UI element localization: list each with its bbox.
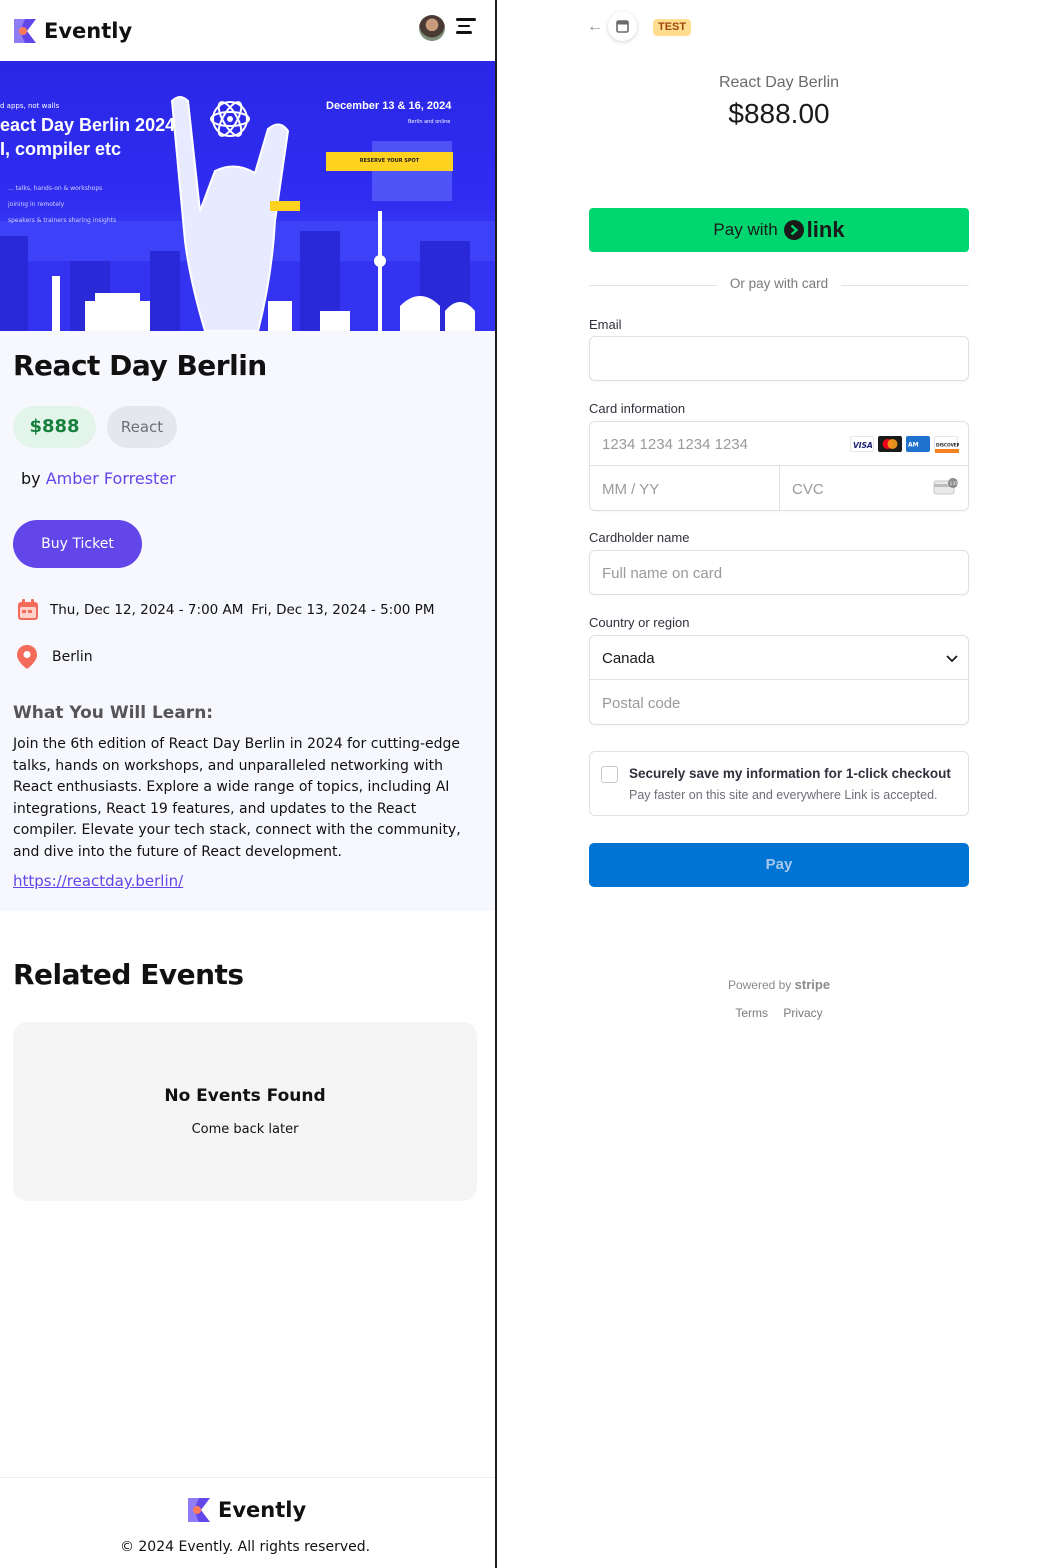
pay-button[interactable]: Pay [589, 843, 969, 887]
category-badge: React [107, 406, 177, 448]
discover-icon: DISCOVER [934, 436, 961, 453]
checkout-panel: ← TEST React Day Berlin $888.00 Pay with… [497, 0, 1051, 1568]
footer-divider [0, 1477, 496, 1478]
banner-bullet: speakers & trainers sharing insights [8, 217, 117, 224]
no-events-subtitle: Come back later [191, 1122, 299, 1137]
organizer-by-label: by [21, 469, 41, 488]
location-pin-icon [17, 645, 37, 669]
test-mode-badge: TEST [653, 19, 692, 36]
event-date-row: Thu, Dec 12, 2024 - 7:00 AM Fri, Dec 13,… [17, 599, 434, 621]
event-end: Fri, Dec 13, 2024 - 5:00 PM [251, 602, 435, 618]
evently-logo-icon [188, 1498, 210, 1522]
event-location: Berlin [52, 649, 93, 665]
banner-tagline: d apps, not walls [0, 102, 60, 110]
back-arrow-icon[interactable]: ← [587, 18, 603, 36]
banner-cta: RESERVE YOUR SPOT [326, 152, 453, 171]
no-events-title: No Events Found [164, 1086, 326, 1106]
country-value: Canada [602, 650, 655, 667]
cardholder-label: Cardholder name [589, 530, 690, 545]
card-number-placeholder: 1234 1234 1234 1234 [602, 436, 748, 453]
svg-text:135: 135 [950, 481, 959, 487]
card-number-field[interactable]: 1234 1234 1234 1234 VISA AM DISCOVER [590, 422, 968, 466]
terms-link[interactable]: Terms [735, 1006, 768, 1020]
svg-text:DISCOVER: DISCOVER [936, 443, 959, 448]
event-banner-image: d apps, not walls eact Day Berlin 2024 I… [0, 61, 496, 331]
copyright: © 2024 Evently. All rights reserved. [119, 1539, 371, 1555]
calendar-icon [18, 599, 38, 620]
or-divider: Or pay with card [589, 276, 969, 294]
card-info-group: 1234 1234 1234 1234 VISA AM DISCOVER MM … [589, 421, 969, 511]
address-group: Canada Postal code [589, 635, 969, 725]
checkout-amount: $888.00 [728, 98, 830, 129]
footer-brand-name: Evently [218, 1498, 307, 1522]
cardholder-name-field[interactable]: Full name on card [589, 550, 969, 595]
powered-by-stripe[interactable]: Powered by stripe [497, 977, 1051, 992]
footer-brand-link[interactable]: Evently [186, 1496, 306, 1524]
amex-icon: AM [906, 436, 930, 452]
organizer-line: by Amber Forrester [21, 469, 176, 488]
save-info-title: Securely save my information for 1-click… [629, 766, 951, 781]
banner-bullet: ... talks, hands-on & workshops [8, 185, 103, 192]
event-location-row: Berlin [17, 645, 93, 669]
price-badge: $888 [13, 406, 96, 448]
cvc-field[interactable]: CVC 135 [780, 466, 968, 510]
event-title: React Day Berlin [13, 349, 267, 382]
banner-bullets: ... talks, hands-on & workshops joining … [8, 181, 116, 229]
expiry-field[interactable]: MM / YY [590, 466, 780, 510]
link-arrow-icon [783, 220, 804, 240]
pay-with-link-button[interactable]: Pay with link [589, 208, 969, 252]
legal-links: Terms Privacy [497, 1006, 1051, 1020]
postal-placeholder: Postal code [602, 695, 681, 712]
mastercard-icon [878, 436, 902, 452]
link-button-brand: link [806, 217, 845, 242]
event-url-link[interactable]: https://reactday.berlin/ [13, 872, 183, 890]
event-description: Join the 6th edition of React Day Berlin… [13, 736, 461, 860]
cvc-placeholder: CVC [792, 481, 824, 498]
store-glyph [616, 20, 629, 33]
learn-heading: What You Will Learn: [13, 703, 214, 723]
email-field[interactable] [589, 336, 969, 381]
or-text: Or pay with card [729, 276, 829, 291]
expiry-placeholder: MM / YY [602, 481, 660, 498]
cardholder-placeholder: Full name on card [602, 565, 723, 582]
postal-code-field[interactable]: Postal code [590, 680, 968, 724]
top-nav: Evently [0, 0, 496, 61]
banner-where: Berlin and online [408, 119, 451, 125]
event-details: React Day Berlin $888 React by Amber For… [0, 331, 496, 911]
banner-title-line1: eact Day Berlin 2024 [0, 115, 176, 135]
merchant-name: React Day Berlin [718, 74, 840, 91]
related-events-heading: Related Events [13, 958, 244, 991]
banner-bullet: joining in remotely [8, 201, 65, 208]
hamburger-menu-icon[interactable] [456, 18, 476, 36]
country-label: Country or region [589, 615, 690, 630]
no-events-card: No Events Found Come back later [13, 1022, 477, 1201]
save-info-box: Securely save my information for 1-click… [589, 751, 969, 816]
user-avatar[interactable] [419, 15, 445, 41]
evently-logo-icon [14, 18, 36, 43]
banner-date: December 13 & 16, 2024 [326, 100, 452, 112]
visa-icon: VISA [850, 436, 874, 452]
save-info-checkbox[interactable] [601, 766, 618, 783]
email-label: Email [589, 317, 622, 332]
store-icon [608, 12, 637, 41]
link-button-prefix: Pay with [713, 220, 778, 239]
organizer-name[interactable]: Amber Forrester [46, 469, 176, 488]
card-info-label: Card information [589, 401, 686, 416]
event-start: Thu, Dec 12, 2024 - 7:00 AM [50, 602, 244, 618]
banner-title-line2: I, compiler etc [0, 139, 122, 159]
country-select[interactable]: Canada [590, 636, 968, 680]
svg-text:AM: AM [908, 442, 919, 449]
event-page: Evently d apps, not walls eact Day Berli… [0, 0, 496, 1568]
privacy-link[interactable]: Privacy [783, 1006, 822, 1020]
chevron-down-icon [946, 655, 958, 663]
brand-name: Evently [44, 18, 133, 43]
buy-ticket-button[interactable]: Buy Ticket [13, 520, 142, 568]
svg-text:VISA: VISA [853, 441, 873, 450]
powered-by-label: Powered by [727, 978, 792, 992]
save-info-subtitle: Pay faster on this site and everywhere L… [629, 788, 938, 802]
brand-link[interactable]: Evently [12, 17, 132, 45]
cvc-card-icon: 135 [933, 478, 959, 495]
stripe-logo: stripe [794, 977, 831, 992]
